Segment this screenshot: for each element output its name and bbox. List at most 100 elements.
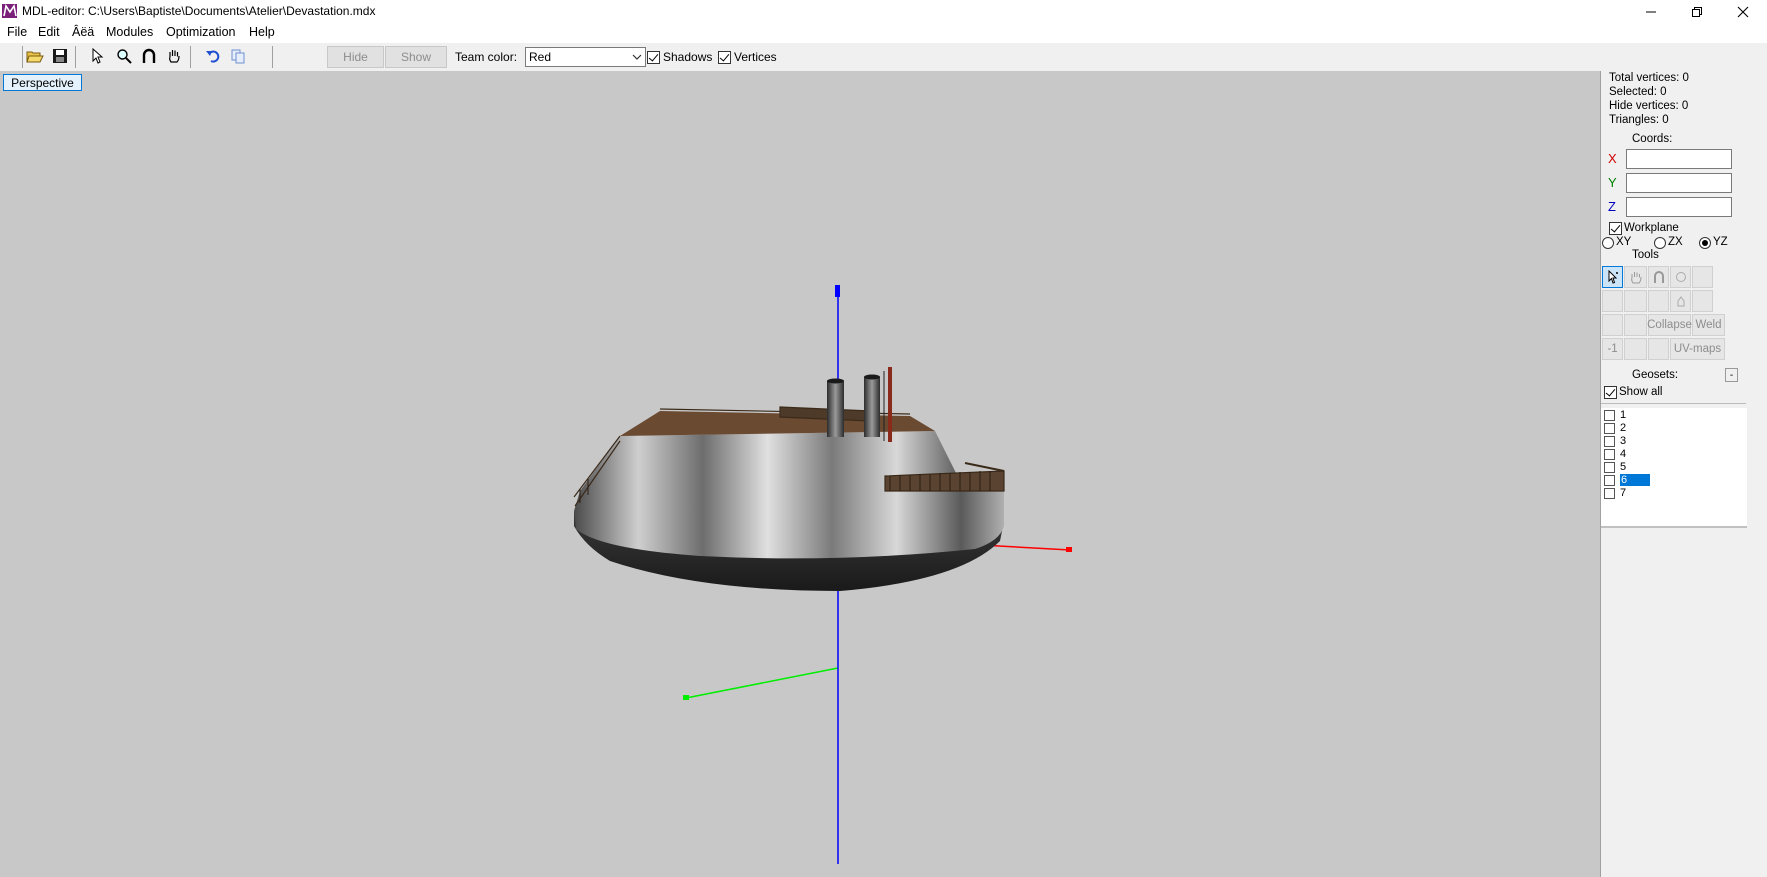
show-all-checkbox[interactable] — [1604, 386, 1617, 399]
undo-button[interactable] — [202, 45, 224, 67]
geoset-label: 6 — [1620, 474, 1650, 486]
close-button[interactable] — [1720, 0, 1766, 23]
toolbar-separator — [272, 46, 273, 68]
restore-button[interactable] — [1674, 0, 1720, 23]
move-tool[interactable] — [1624, 266, 1647, 288]
workplane-checkbox[interactable] — [1609, 222, 1622, 235]
app-icon — [2, 3, 17, 18]
tool-empty-6[interactable] — [1602, 314, 1623, 336]
x-axis-marker — [1066, 547, 1072, 552]
y-axis-line — [685, 667, 839, 699]
geoset-label: 3 — [1620, 435, 1627, 447]
total-vertices-stat: Total vertices: 0 — [1609, 72, 1689, 84]
geoset-checkbox[interactable] — [1604, 423, 1615, 434]
title-bar: MDL-editor: C:\Users\Baptiste\Documents\… — [0, 0, 1767, 23]
hand-icon — [169, 50, 180, 63]
y-coord-input[interactable] — [1626, 173, 1732, 193]
magnifier-icon — [117, 49, 132, 64]
menu-bar: File Edit Âëä Modules Optimization Help — [0, 23, 1767, 43]
rotate-tool-button[interactable] — [138, 45, 160, 67]
selected-stat: Selected: 0 — [1609, 86, 1667, 98]
menu-optimization[interactable]: Optimization — [166, 25, 235, 39]
tool-empty-8[interactable] — [1624, 338, 1647, 360]
tool-empty-7[interactable] — [1624, 314, 1647, 336]
vertices-checkbox[interactable] — [718, 51, 731, 64]
toolbar: Hide Show Team color: — [0, 43, 1767, 71]
toolbar-separator — [22, 46, 23, 68]
x-coord-input[interactable] — [1626, 149, 1732, 169]
select-vertex-tool[interactable] — [1602, 266, 1623, 288]
toolbar-separator — [190, 46, 191, 68]
geoset-checkbox[interactable] — [1604, 410, 1615, 421]
ship-mast — [888, 367, 892, 442]
shadows-checkbox[interactable] — [647, 51, 660, 64]
tool-empty-4[interactable] — [1648, 290, 1669, 312]
geoset-checkbox[interactable] — [1604, 449, 1615, 460]
menu-file[interactable]: File — [7, 25, 27, 39]
y-coord-label: Y — [1608, 175, 1617, 190]
extrude-tool[interactable] — [1670, 290, 1691, 312]
collapse-button[interactable]: Collapse — [1647, 314, 1692, 336]
floppy-disk-icon — [53, 49, 67, 63]
chevron-down-icon — [632, 54, 642, 60]
open-button[interactable] — [24, 45, 46, 67]
z-axis-marker — [835, 285, 840, 297]
tools-title: Tools — [1632, 249, 1659, 261]
magnet-rotate-icon — [142, 48, 156, 63]
menu-modules[interactable]: Modules — [106, 25, 153, 39]
magnet-rotate-icon — [1653, 271, 1664, 283]
plane-zx-label: ZX — [1668, 236, 1683, 248]
plane-yz-label: YZ — [1713, 236, 1728, 248]
lock-shape-icon — [1677, 296, 1684, 307]
weld-button[interactable]: Weld — [1692, 314, 1725, 336]
close-icon — [1737, 6, 1749, 17]
minus-one-button[interactable]: -1 — [1602, 338, 1623, 360]
tool-empty-9[interactable] — [1648, 338, 1669, 360]
plane-yz-radio[interactable] — [1699, 237, 1711, 249]
geoset-checkbox[interactable] — [1604, 436, 1615, 447]
toolbar-separator — [75, 46, 76, 68]
team-color-select[interactable]: Red — [525, 47, 646, 67]
smoke-stack-rear-top — [864, 374, 880, 380]
scale-tool[interactable] — [1670, 266, 1691, 288]
smoke-stack-front-top — [827, 378, 844, 384]
uv-maps-button[interactable]: UV-maps — [1670, 338, 1725, 360]
tool-empty-5[interactable] — [1692, 290, 1713, 312]
plane-zx-radio[interactable] — [1654, 237, 1666, 249]
select-tool-button[interactable] — [87, 45, 109, 67]
open-folder-icon — [26, 51, 44, 63]
shadows-label: Shadows — [663, 50, 713, 64]
plane-xy-radio[interactable] — [1602, 237, 1614, 249]
smoke-stack-front — [827, 381, 844, 437]
team-color-value: Red — [529, 50, 552, 64]
cursor-select-icon — [1608, 270, 1618, 284]
circle-icon — [1675, 272, 1686, 282]
minimize-button[interactable] — [1628, 0, 1674, 23]
geosets-collapse-button[interactable]: - — [1725, 368, 1738, 382]
ship-hull-side — [574, 431, 1004, 559]
copy-button[interactable] — [227, 45, 249, 67]
tool-empty-3[interactable] — [1624, 290, 1647, 312]
show-button[interactable]: Show — [385, 46, 447, 68]
save-button[interactable] — [49, 45, 71, 67]
y-axis-marker — [683, 695, 689, 700]
tool-empty-1[interactable] — [1692, 266, 1713, 288]
geoset-checkbox[interactable] — [1604, 462, 1615, 473]
3d-viewport[interactable]: Perspective — [0, 71, 1600, 877]
rotate-tool[interactable] — [1648, 266, 1669, 288]
geosets-title: Geosets: — [1632, 369, 1679, 381]
hide-button[interactable]: Hide — [327, 46, 384, 68]
geoset-label: 1 — [1620, 409, 1627, 421]
geoset-checkbox[interactable] — [1604, 475, 1615, 486]
geoset-checkbox[interactable] — [1604, 488, 1615, 499]
menu-help[interactable]: Help — [249, 25, 275, 39]
workplane-label: Workplane — [1624, 222, 1679, 234]
z-coord-input[interactable] — [1626, 197, 1732, 217]
zoom-tool-button[interactable] — [113, 45, 135, 67]
geosets-divider — [1601, 403, 1746, 404]
menu-edit[interactable]: Edit — [38, 25, 60, 39]
menu-view[interactable]: Âëä — [72, 25, 94, 39]
triangles-stat: Triangles: 0 — [1609, 114, 1669, 126]
tool-empty-2[interactable] — [1602, 290, 1623, 312]
pan-tool-button[interactable] — [163, 45, 185, 67]
